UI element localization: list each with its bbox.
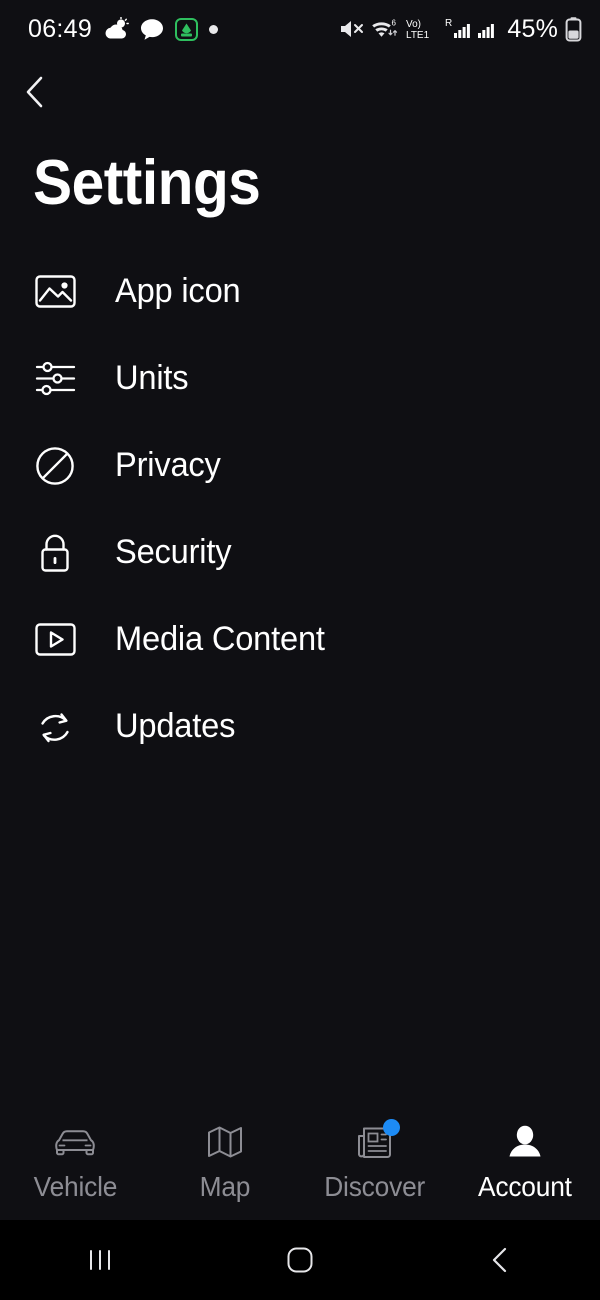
discover-notification-badge [383,1119,400,1136]
status-bar: 06:49 6 Vo) LTE1 R 45% [0,0,600,58]
lock-icon [33,531,77,575]
green-app-icon [175,17,199,41]
car-icon [52,1122,98,1162]
newspaper-icon [352,1119,400,1162]
tab-label: Discover [324,1171,426,1202]
chevron-left-icon [26,76,43,108]
person-icon [502,1122,548,1162]
settings-menu: App icon Units Privacy Security Media Co… [0,248,600,770]
tab-account[interactable]: Account [450,1105,600,1220]
menu-item-label: Privacy [115,446,221,484]
roaming-signal-icon: R [445,18,471,38]
svg-text:6: 6 [392,19,397,28]
system-back-button[interactable] [400,1220,600,1300]
back-chevron-icon [492,1247,507,1273]
menu-item-label: App icon [115,272,241,310]
svg-text:LTE1: LTE1 [406,30,430,41]
tab-label: Map [199,1171,251,1202]
menu-item-units[interactable]: Units [0,335,600,422]
menu-item-label: Updates [115,707,236,745]
system-navigation-bar [0,1220,600,1300]
back-button[interactable] [10,68,60,116]
map-icon [202,1122,248,1162]
svg-text:Vo): Vo) [406,19,421,30]
home-icon [287,1247,313,1273]
menu-item-updates[interactable]: Updates [0,683,600,770]
tab-vehicle[interactable]: Vehicle [0,1105,150,1220]
page-title: Settings [33,148,261,218]
notification-dot-icon [209,24,219,34]
weather-partly-cloudy-icon [105,17,129,39]
wifi-6-icon: 6 [372,19,398,37]
tab-map[interactable]: Map [150,1105,300,1220]
signal-bars-icon [478,24,495,38]
battery-icon [565,17,582,42]
bottom-tab-bar: Vehicle Map Discover Account [0,1105,600,1220]
tab-discover[interactable]: Discover [300,1105,450,1220]
sliders-icon [33,357,77,401]
menu-item-label: Security [115,533,232,571]
menu-item-label: Media Content [115,620,325,658]
status-bar-clock: 06:49 [28,14,93,43]
mute-icon [341,21,364,37]
menu-item-privacy[interactable]: Privacy [0,422,600,509]
tab-label: Account [478,1171,572,1202]
status-bar-right: 6 Vo) LTE1 R 45% [338,15,582,44]
recents-button[interactable] [0,1220,200,1300]
svg-text:R: R [445,18,452,29]
tab-label: Vehicle [33,1171,117,1202]
menu-item-security[interactable]: Security [0,509,600,596]
menu-item-app-icon[interactable]: App icon [0,248,600,335]
home-button[interactable] [200,1220,400,1300]
recents-icon [90,1250,110,1270]
video-play-icon [33,618,77,662]
volte-icon: Vo) LTE1 [406,19,430,41]
battery-percent-label: 45% [507,14,558,43]
block-circle-slash-icon [33,444,77,488]
menu-item-media-content[interactable]: Media Content [0,596,600,683]
phone-screen: 06:49 6 Vo) LTE1 R 45% Settings App icon… [0,0,600,1300]
refresh-sync-icon [33,705,77,749]
menu-item-label: Units [115,359,189,397]
status-bar-left: 06:49 [28,14,219,44]
image-icon [33,270,77,314]
chat-bubble-icon [141,18,164,40]
